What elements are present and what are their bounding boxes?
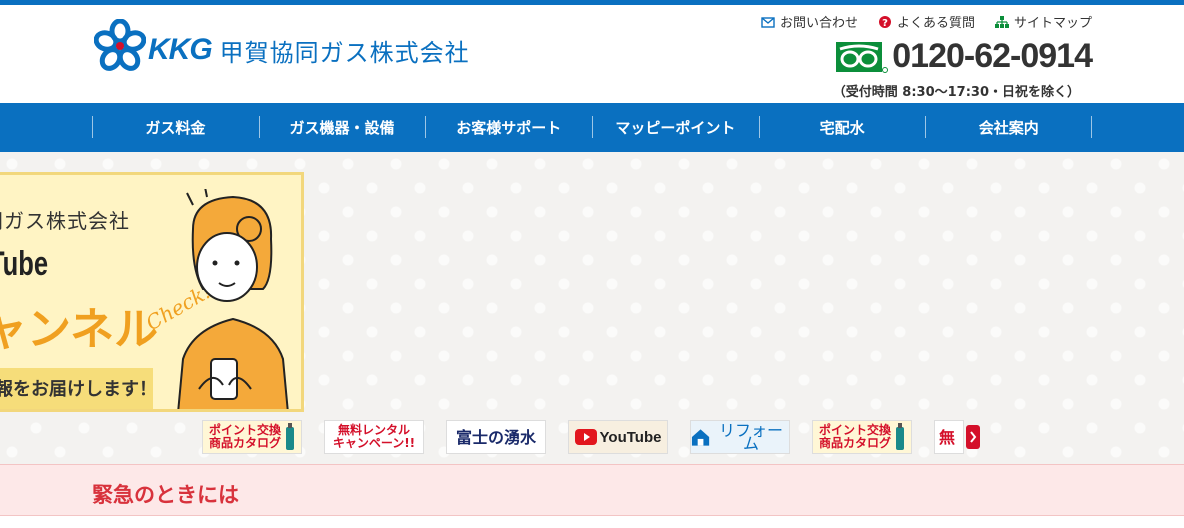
site-header: KKG 甲賀協同ガス株式会社 お問い合わせ ? よくある質問 サイトマップ 01… bbox=[0, 5, 1184, 103]
thumb-text: リフォーム bbox=[719, 421, 784, 453]
next-slide-button[interactable] bbox=[966, 425, 980, 449]
flower-logo-icon bbox=[94, 19, 146, 71]
thumb-free-rental[interactable]: 無料レンタル キャンペーン!! bbox=[324, 420, 424, 454]
phone-hours: （受付時間 8:30〜17:30・日祝を除く） bbox=[832, 85, 1080, 100]
free-dial-icon bbox=[836, 41, 889, 73]
slide-thumbnails: ポイント交換 商品カタログ 無料レンタル キャンペーン!! 富士の湧水 YouT… bbox=[202, 420, 964, 454]
sitemap-link[interactable]: サイトマップ bbox=[994, 12, 1092, 31]
thumb-point-catalog-2[interactable]: ポイント交換 商品カタログ bbox=[812, 420, 912, 454]
thumb-reform[interactable]: リフォーム bbox=[690, 420, 790, 454]
thumb-youtube[interactable]: YouTube bbox=[568, 420, 668, 454]
thumb-free-rental-2[interactable]: 無 bbox=[934, 420, 964, 454]
faq-link[interactable]: ? よくある質問 bbox=[878, 12, 975, 31]
nav-item-company[interactable]: 会社案内 bbox=[925, 103, 1092, 152]
banner-company-text: 同ガス株式会社 bbox=[0, 209, 130, 233]
contact-link-label: お問い合わせ bbox=[779, 16, 858, 31]
nav-item-customer-support[interactable]: お客様サポート bbox=[425, 103, 592, 152]
logo-mark-text: KKG bbox=[148, 33, 213, 66]
nav-list: ガス料金 ガス機器・設備 お客様サポート マッピーポイント 宅配水 会社案内 bbox=[92, 103, 1093, 152]
thumb-text: 富士の湧水 bbox=[455, 427, 536, 447]
emergency-section: 緊急のときには bbox=[0, 464, 1184, 516]
company-name: 甲賀協同ガス株式会社 bbox=[219, 38, 470, 67]
question-icon: ? bbox=[878, 15, 891, 29]
banner-channel-text: ャンネル bbox=[0, 304, 159, 355]
phone-contact[interactable]: 0120-62-0914 bbox=[836, 37, 1093, 76]
sitemap-link-label: サイトマップ bbox=[1013, 16, 1092, 31]
chevron-right-icon bbox=[970, 431, 977, 443]
nav-item-label: ガス機器・設備 bbox=[289, 119, 395, 137]
thumb-text: YouTube bbox=[599, 428, 662, 446]
nav-item-label: 宅配水 bbox=[819, 119, 865, 137]
banner-tagline: 報をお届けします！ bbox=[0, 379, 157, 400]
thumb-fuji-water[interactable]: 富士の湧水 bbox=[446, 420, 546, 454]
thumb-point-catalog[interactable]: ポイント交換 商品カタログ bbox=[202, 420, 302, 454]
youtube-channel-banner[interactable]: 同ガス株式会社 Tube ャンネル 報をお届けします！ Check! bbox=[0, 172, 304, 412]
emergency-title: 緊急のときには bbox=[92, 483, 239, 507]
sitemap-icon bbox=[994, 15, 1009, 28]
thumb-text: 無 bbox=[939, 427, 956, 447]
nav-item-label: 会社案内 bbox=[978, 119, 1039, 137]
phone-number: 0120-62-0914 bbox=[892, 37, 1093, 75]
bottle-icon bbox=[896, 423, 904, 450]
thumb-text: ポイント交換 商品カタログ bbox=[208, 423, 281, 450]
company-logo[interactable]: KKG 甲賀協同ガス株式会社 bbox=[94, 19, 470, 71]
youtube-play-icon bbox=[574, 429, 597, 445]
thumb-text: ポイント交換 商品カタログ bbox=[818, 423, 891, 450]
nav-item-gas-equipment[interactable]: ガス機器・設備 bbox=[258, 103, 426, 152]
contact-link[interactable]: お問い合わせ bbox=[761, 12, 858, 31]
nav-item-mappy-point[interactable]: マッピーポイント bbox=[592, 103, 759, 152]
thumb-text: 無料レンタル キャンペーン!! bbox=[332, 423, 416, 450]
mail-icon bbox=[761, 16, 775, 28]
girl-with-phone-illustration bbox=[177, 189, 289, 409]
banner-youtube-text: Tube bbox=[0, 245, 49, 283]
nav-item-label: マッピーポイント bbox=[615, 119, 736, 137]
utility-links: お問い合わせ ? よくある質問 サイトマップ bbox=[761, 12, 1092, 31]
svg-text:?: ? bbox=[882, 18, 888, 29]
faq-link-label: よくある質問 bbox=[896, 16, 975, 31]
house-icon bbox=[691, 429, 710, 446]
nav-item-water-delivery[interactable]: 宅配水 bbox=[758, 103, 926, 152]
hero-slider: 同ガス株式会社 Tube ャンネル 報をお届けします！ Check! ポイント交… bbox=[0, 152, 1184, 464]
bottle-icon bbox=[286, 423, 294, 450]
nav-item-gas-rates[interactable]: ガス料金 bbox=[92, 103, 259, 152]
nav-item-label: ガス料金 bbox=[145, 119, 206, 137]
global-nav: ガス料金 ガス機器・設備 お客様サポート マッピーポイント 宅配水 会社案内 bbox=[0, 103, 1184, 152]
nav-item-label: お客様サポート bbox=[456, 119, 562, 137]
